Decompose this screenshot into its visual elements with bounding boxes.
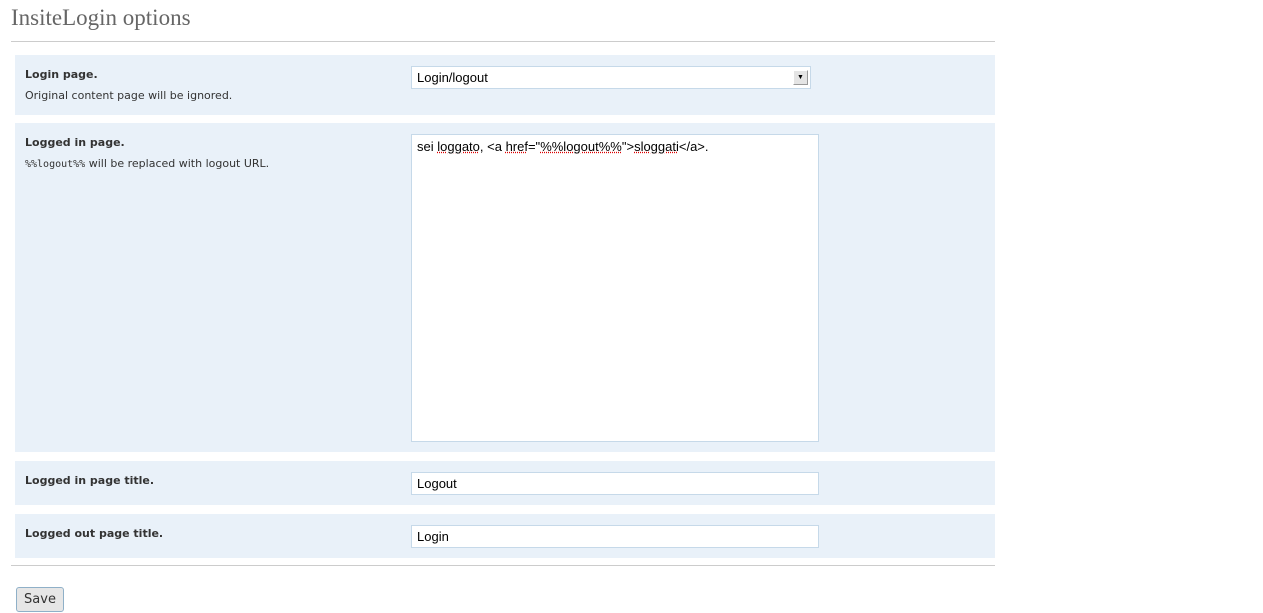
login-page-row: Login page. Original content page will b… <box>15 55 995 115</box>
login-page-select-value: Login/logout <box>417 70 488 85</box>
chevron-down-icon[interactable]: ▼ <box>793 70 808 85</box>
logged-out-title-row: Logged out page title. Login <box>15 514 995 558</box>
divider <box>11 565 995 566</box>
login-page-label: Login page. <box>25 68 98 81</box>
logged-in-title-input[interactable]: Logout <box>411 472 819 495</box>
divider <box>11 41 995 42</box>
text: =" <box>527 139 541 154</box>
page-title: InsiteLogin options <box>11 5 191 30</box>
logged-in-page-row: Logged in page. %%logout%% will be repla… <box>15 123 995 452</box>
text: href <box>505 139 528 154</box>
description-text: will be replaced with logout URL. <box>85 157 270 170</box>
text: sei <box>417 139 438 154</box>
login-page-select[interactable]: Login/logout ▼ <box>411 66 811 89</box>
login-page-description: Original content page will be ignored. <box>25 89 233 102</box>
logged-in-title-label: Logged in page title. <box>25 474 155 487</box>
logged-out-title-label: Logged out page title. <box>25 527 164 540</box>
text: "> <box>621 139 635 154</box>
logged-in-page-label: Logged in page. <box>25 136 125 149</box>
save-button[interactable]: Save <box>16 587 64 612</box>
logout-placeholder-code: %%logout%% <box>25 159 86 170</box>
logged-in-page-description: %%logout%% will be replaced with logout … <box>25 157 269 170</box>
text: sloggati <box>634 139 679 154</box>
logged-in-page-textarea[interactable]: sei loggato, <a href="%%logout%%">slogga… <box>411 134 819 442</box>
text: , <a <box>479 139 506 154</box>
text: loggato <box>437 139 480 154</box>
logged-out-title-input[interactable]: Login <box>411 525 819 548</box>
text: %%logout%% <box>540 139 622 154</box>
text: </a>. <box>678 139 709 154</box>
logged-in-title-row: Logged in page title. Logout <box>15 461 995 505</box>
